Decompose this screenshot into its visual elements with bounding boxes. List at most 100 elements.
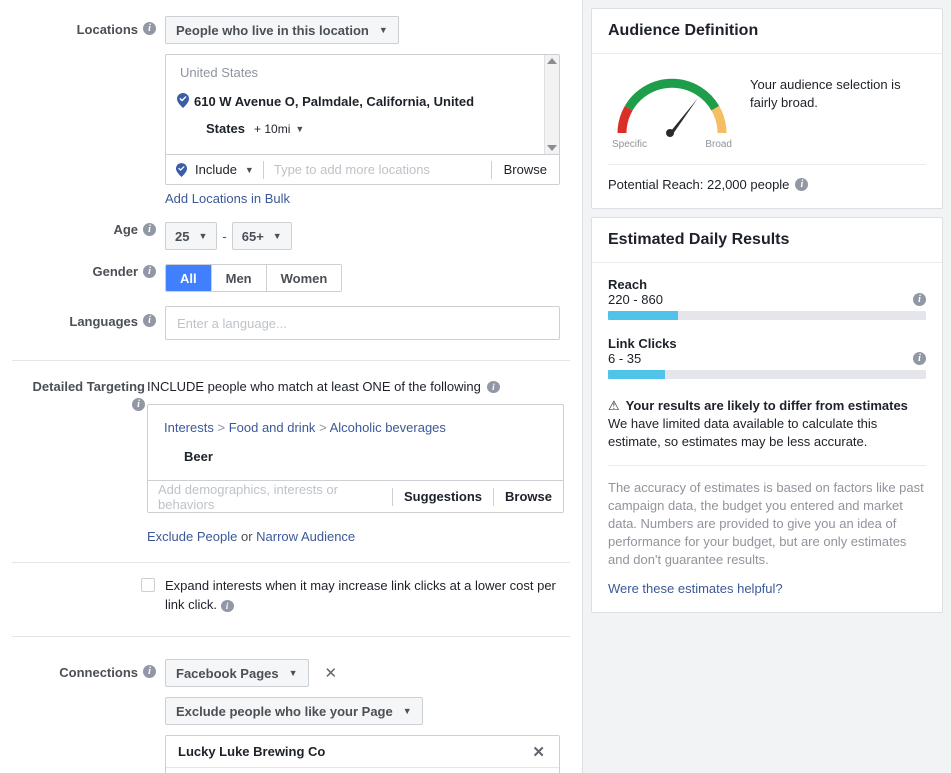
location-radius-value: + 10mi bbox=[254, 121, 291, 136]
connected-page-name: Lucky Luke Brewing Co bbox=[178, 744, 326, 759]
info-icon[interactable]: i bbox=[486, 380, 500, 393]
age-field: 25 ▼ - 65+ ▼ bbox=[165, 222, 582, 250]
locations-browse-button[interactable]: Browse bbox=[492, 162, 559, 177]
scroll-up-arrow-icon[interactable] bbox=[547, 58, 557, 64]
connections-label: Connections bbox=[59, 665, 138, 680]
detailed-targeting-label: Detailed Targeting bbox=[32, 379, 145, 394]
add-another-page-input[interactable]: Add another Page bbox=[166, 768, 559, 773]
languages-input[interactable]: Enter a language... bbox=[165, 306, 560, 340]
age-max-dropdown[interactable]: 65+ ▼ bbox=[231, 222, 292, 250]
include-dropdown[interactable]: Include ▼ bbox=[166, 162, 263, 177]
metric-link-clicks: Link Clicks 6 - 35 i bbox=[608, 336, 926, 379]
metric-reach-label: Reach bbox=[608, 277, 648, 292]
expand-interests-checkbox[interactable] bbox=[141, 578, 155, 592]
add-locations-bulk-link[interactable]: Add Locations in Bulk bbox=[165, 191, 290, 206]
age-range-control: 25 ▼ - 65+ ▼ bbox=[165, 222, 292, 250]
metric-reach-value-row: 220 - 860 i bbox=[608, 292, 926, 307]
metric-reach-bar-fill bbox=[608, 311, 678, 320]
location-radius-dropdown[interactable]: + 10mi ▼ bbox=[254, 122, 304, 136]
info-icon[interactable]: i bbox=[143, 314, 156, 327]
languages-field: Enter a language... bbox=[165, 306, 582, 340]
info-icon[interactable]: i bbox=[143, 265, 156, 278]
detailed-targeting-label-group: Detailed Targeting i bbox=[0, 379, 165, 411]
estimated-daily-results-body: Reach 220 - 860 i Link Clicks 6 - 35 i ⚠… bbox=[592, 263, 942, 612]
chevron-down-icon: ▼ bbox=[198, 231, 208, 241]
locations-search-input[interactable]: Type to add more locations bbox=[264, 162, 491, 177]
age-min-value: 25 bbox=[175, 228, 190, 244]
info-icon[interactable]: i bbox=[913, 293, 926, 306]
metric-link-clicks-bar bbox=[608, 370, 926, 379]
estimates-warning: ⚠ Your results are likely to differ from… bbox=[608, 397, 926, 414]
connections-rule-dropdown[interactable]: Exclude people who like your Page ▼ bbox=[165, 697, 423, 725]
age-label: Age bbox=[113, 222, 138, 237]
chevron-down-icon: ▼ bbox=[402, 706, 412, 716]
age-max-value: 65+ bbox=[241, 228, 264, 244]
section-divider bbox=[12, 562, 570, 563]
gauge-labels: Specific Broad bbox=[608, 139, 736, 150]
connections-type-dropdown[interactable]: Facebook Pages ▼ bbox=[165, 659, 309, 687]
estimates-feedback-link[interactable]: Were these estimates helpful? bbox=[608, 581, 783, 596]
breadcrumb-food-and-drink[interactable]: Food and drink bbox=[229, 420, 316, 435]
metric-reach: Reach 220 - 860 i bbox=[608, 277, 926, 320]
info-icon[interactable]: i bbox=[795, 178, 809, 191]
location-type-dropdown[interactable]: People who live in this location ▼ bbox=[165, 16, 399, 44]
locations-list: United States 610 W Avenue O, Palmdale, … bbox=[166, 55, 559, 154]
info-icon[interactable]: i bbox=[913, 352, 926, 365]
remove-connection-button[interactable]: ✕ bbox=[321, 664, 342, 682]
map-pin-check-icon bbox=[177, 93, 189, 108]
info-icon[interactable]: i bbox=[143, 22, 156, 35]
estimates-panel: Audience Definition Specific Broad Your … bbox=[583, 0, 951, 773]
connections-row: Connections i Facebook Pages ▼ ✕ Exclude… bbox=[0, 659, 582, 773]
locations-field: People who live in this location ▼ Unite… bbox=[165, 16, 582, 206]
info-icon[interactable]: i bbox=[143, 223, 156, 236]
connected-page-row: Lucky Luke Brewing Co ✕ bbox=[166, 736, 559, 768]
age-min-dropdown[interactable]: 25 ▼ bbox=[165, 222, 218, 250]
location-address-line1: 610 W Avenue O, Palmdale, California, Un… bbox=[194, 94, 475, 109]
info-icon[interactable]: i bbox=[132, 398, 145, 411]
section-divider bbox=[12, 636, 570, 637]
gauge-label-broad: Broad bbox=[705, 139, 732, 150]
location-address-line2-row: States + 10mi ▼ bbox=[180, 121, 545, 136]
audience-gauge: Specific Broad bbox=[608, 68, 736, 150]
metric-reach-value: 220 - 860 bbox=[608, 292, 663, 307]
breadcrumb-separator: > bbox=[217, 420, 226, 435]
metric-link-clicks-label: Link Clicks bbox=[608, 336, 677, 351]
detailed-targeting-browse-button[interactable]: Browse bbox=[494, 489, 563, 504]
chevron-down-icon: ▼ bbox=[378, 25, 388, 35]
languages-row: Languages i Enter a language... bbox=[0, 306, 582, 340]
section-divider bbox=[12, 360, 570, 361]
map-pin-check-icon bbox=[176, 162, 187, 177]
suggestions-button[interactable]: Suggestions bbox=[393, 489, 493, 504]
location-address-line2: States bbox=[206, 121, 246, 136]
detailed-targeting-input[interactable]: Add demographics, interests or behaviors bbox=[148, 482, 392, 512]
expand-interests-label-wrap: Expand interests when it may increase li… bbox=[165, 576, 560, 614]
locations-scrollbar[interactable] bbox=[544, 55, 559, 154]
gauge-wrap: Specific Broad Your audience selection i… bbox=[608, 68, 926, 150]
gender-option-all[interactable]: All bbox=[166, 265, 212, 291]
gender-option-men[interactable]: Men bbox=[211, 265, 267, 291]
audience-definition-title: Audience Definition bbox=[592, 9, 942, 54]
or-text: or bbox=[240, 529, 253, 544]
chevron-down-icon: ▼ bbox=[272, 231, 282, 241]
locations-box: United States 610 W Avenue O, Palmdale, … bbox=[165, 54, 560, 185]
info-icon[interactable]: i bbox=[220, 599, 234, 612]
info-icon[interactable]: i bbox=[143, 665, 156, 678]
expand-interests-checkbox-row[interactable]: Expand interests when it may increase li… bbox=[141, 576, 582, 614]
breadcrumb-alcoholic-beverages[interactable]: Alcoholic beverages bbox=[330, 420, 446, 435]
estimates-accuracy-note: The accuracy of estimates is based on fa… bbox=[608, 465, 926, 569]
breadcrumb-interests[interactable]: Interests bbox=[164, 420, 214, 435]
remove-page-button[interactable]: ✕ bbox=[528, 743, 549, 761]
narrow-audience-link[interactable]: Narrow Audience bbox=[256, 529, 355, 544]
scroll-down-arrow-icon[interactable] bbox=[547, 145, 557, 151]
expand-interests-field: Expand interests when it may increase li… bbox=[141, 576, 582, 614]
gender-label: Gender bbox=[92, 264, 138, 279]
estimates-warning-body: We have limited data available to calcul… bbox=[608, 416, 878, 449]
estimates-warning-title: Your results are likely to differ from e… bbox=[625, 398, 908, 413]
location-entry: 610 W Avenue O, Palmdale, California, Un… bbox=[177, 92, 545, 111]
languages-label: Languages bbox=[69, 314, 138, 329]
connections-rule-row: Exclude people who like your Page ▼ bbox=[165, 697, 582, 725]
exclude-people-link[interactable]: Exclude People bbox=[147, 529, 237, 544]
gender-option-women[interactable]: Women bbox=[266, 265, 342, 291]
selected-interest-item[interactable]: Beer bbox=[164, 449, 547, 464]
